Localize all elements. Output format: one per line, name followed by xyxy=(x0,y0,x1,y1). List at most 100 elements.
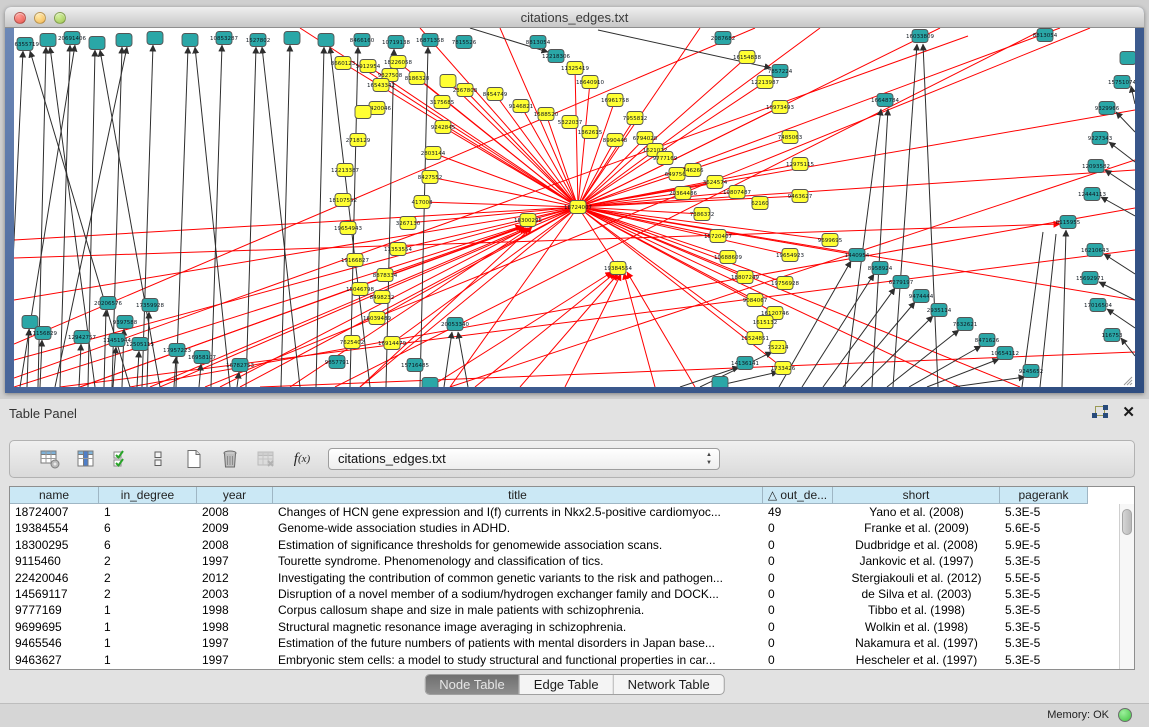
table-row[interactable]: 969969511998Structural magnetic resonanc… xyxy=(10,619,1119,635)
graph-node[interactable] xyxy=(89,37,105,50)
graph-node[interactable]: 12975115 xyxy=(786,158,814,171)
network-canvas[interactable]: 1635571920691406108532871527802846616010… xyxy=(14,28,1135,387)
graph-node[interactable]: 19654943 xyxy=(334,222,362,235)
graph-node[interactable]: 16871358 xyxy=(416,34,444,47)
graph-node[interactable]: 11325419 xyxy=(561,62,589,75)
graph-node[interactable]: 62160 xyxy=(751,197,769,210)
table-row[interactable]: 1872400712008Changes of HCN gene express… xyxy=(10,504,1119,520)
graph-node[interactable]: 12444113 xyxy=(1078,188,1106,201)
graph-node[interactable]: 7386372 xyxy=(690,208,715,221)
graph-node[interactable]: 12942757 xyxy=(68,331,96,344)
table-row[interactable]: 911546021997Tourette syndrome. Phenomeno… xyxy=(10,553,1119,569)
graph-node[interactable] xyxy=(355,106,371,119)
graph-node[interactable]: 20691406 xyxy=(58,32,86,45)
graph-node[interactable]: 6279197 xyxy=(889,276,914,289)
tab-edge-table[interactable]: Edge Table xyxy=(520,675,614,694)
table-row[interactable]: 1456911722003Disruption of a novel membe… xyxy=(10,586,1119,602)
column-header[interactable]: short xyxy=(833,487,1000,504)
graph-node[interactable]: 8958924 xyxy=(868,262,893,275)
column-header[interactable]: △ out_de... xyxy=(763,487,833,504)
table-row[interactable]: 1938455462009Genome-wide association stu… xyxy=(10,520,1119,536)
table-row[interactable]: 946554611997Estimation of the future num… xyxy=(10,635,1119,651)
table-row[interactable]: 977716911998Corpus callosum shape and si… xyxy=(10,602,1119,618)
graph-node[interactable]: 5322037 xyxy=(558,116,583,129)
graph-node[interactable]: 15716485 xyxy=(401,359,429,372)
column-header[interactable]: in_degree xyxy=(99,487,197,504)
graph-node[interactable]: 3624574 xyxy=(703,176,728,189)
graph-node[interactable]: 1440954 xyxy=(845,249,870,262)
graph-node[interactable]: 2935114 xyxy=(927,304,952,317)
graph-node[interactable]: 752214 xyxy=(768,341,789,354)
graph-node[interactable]: 20053340 xyxy=(441,318,469,331)
graph-node[interactable]: 16033809 xyxy=(906,30,934,43)
graph-node[interactable]: 9245652 xyxy=(1019,365,1044,378)
delete-table-icon[interactable] xyxy=(254,447,278,471)
graph-node[interactable]: 417008 xyxy=(412,196,433,209)
table-row[interactable]: 946362711997Embryonic stem cells: a mode… xyxy=(10,652,1119,668)
graph-node[interactable]: 2718129 xyxy=(346,134,371,147)
resize-grip-icon[interactable] xyxy=(1124,377,1132,385)
graph-node[interactable]: 7485063 xyxy=(778,131,803,144)
memory-status-icon[interactable] xyxy=(1118,708,1132,722)
graph-node[interactable]: 19384554 xyxy=(604,262,632,275)
column-header[interactable]: title xyxy=(273,487,763,504)
graph-node[interactable]: 116753 xyxy=(1102,329,1123,342)
graph-node[interactable]: 7625402 xyxy=(340,336,365,349)
graph-node[interactable]: 18226058 xyxy=(384,56,412,69)
table-row[interactable]: 2242004622012Investigating the contribut… xyxy=(10,570,1119,586)
create-column-icon[interactable] xyxy=(182,447,206,471)
graph-node[interactable]: 18640910 xyxy=(576,76,604,89)
graph-node[interactable]: 8115955 xyxy=(1056,216,1081,229)
graph-node[interactable]: 8427552 xyxy=(418,171,443,184)
row-height-icon[interactable] xyxy=(146,447,170,471)
graph-node[interactable]: 5912954 xyxy=(356,60,381,73)
graph-node[interactable] xyxy=(116,34,132,47)
graph-node[interactable]: 19654923 xyxy=(776,249,804,262)
graph-node[interactable] xyxy=(22,316,38,329)
graph-node[interactable]: 2803144 xyxy=(421,147,446,160)
graph-node[interactable] xyxy=(1120,52,1135,65)
graph-node[interactable]: 8454749 xyxy=(483,88,508,101)
graph-node[interactable]: 7632621 xyxy=(953,318,978,331)
graph-node[interactable] xyxy=(712,377,728,388)
graph-node[interactable]: 6794028 xyxy=(633,132,658,145)
table-scrollbar[interactable] xyxy=(1119,504,1134,669)
graph-node[interactable]: 10853287 xyxy=(210,32,238,45)
table-row[interactable]: 1830029562008Estimation of significance … xyxy=(10,537,1119,553)
column-header[interactable]: pagerank xyxy=(1000,487,1088,504)
graph-node[interactable] xyxy=(147,32,163,45)
graph-node[interactable]: 9397588 xyxy=(113,316,138,329)
close-panel-icon[interactable]: ✕ xyxy=(1122,405,1135,421)
graph-node[interactable]: 10719138 xyxy=(382,36,410,49)
show-columns-icon[interactable] xyxy=(74,447,98,471)
graph-node[interactable]: 8466160 xyxy=(350,34,375,47)
select-columns-icon[interactable] xyxy=(110,447,134,471)
graph-node[interactable]: 16355719 xyxy=(14,38,39,51)
graph-node[interactable]: 9699695 xyxy=(818,234,843,247)
scrollbar-thumb[interactable] xyxy=(1122,509,1132,535)
graph-node[interactable]: 2367808 xyxy=(453,84,478,97)
graph-node[interactable]: 3175685 xyxy=(430,96,455,109)
graph-node[interactable]: 9474444 xyxy=(909,290,934,303)
graph-node[interactable] xyxy=(318,34,334,47)
graph-node[interactable]: 9857791 xyxy=(325,356,350,369)
graph-node[interactable]: 16154838 xyxy=(733,51,761,64)
graph-node[interactable] xyxy=(182,34,198,47)
graph-node[interactable]: 8471626 xyxy=(975,334,1000,347)
graph-node[interactable] xyxy=(284,32,300,45)
graph-node[interactable]: 7815526 xyxy=(452,36,477,49)
column-header[interactable]: name xyxy=(10,487,99,504)
graph-node[interactable] xyxy=(422,378,438,388)
graph-node[interactable]: 15524851 xyxy=(741,332,769,345)
graph-node[interactable]: 10807487 xyxy=(723,186,751,199)
tab-network-table[interactable]: Network Table xyxy=(614,675,724,694)
graph-node[interactable]: 9146821 xyxy=(509,100,534,113)
function-builder-icon[interactable]: f(x) xyxy=(290,447,314,471)
delete-column-icon[interactable] xyxy=(218,447,242,471)
graph-node[interactable]: 10688609 xyxy=(714,251,742,264)
graph-node[interactable]: 746266 xyxy=(683,164,704,177)
table-mode-icon[interactable] xyxy=(38,447,62,471)
tab-node-table[interactable]: Node Table xyxy=(425,675,520,694)
float-panel-icon[interactable] xyxy=(1092,405,1108,421)
graph-node[interactable]: 8186328 xyxy=(405,72,430,85)
